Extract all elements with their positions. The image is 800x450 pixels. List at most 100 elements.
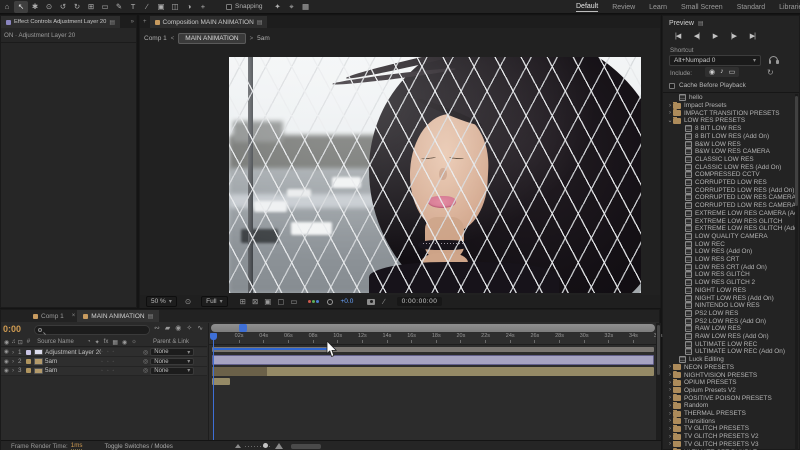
next-frame-button[interactable]: |▶ [731, 32, 736, 40]
selection-tool-icon[interactable]: ↖ [14, 1, 28, 13]
preset-tree-item[interactable]: CORRUPTED LOW RES (Add On) [665, 186, 795, 194]
preset-tree-item[interactable]: B&W LOW RES [665, 140, 795, 148]
workspace-grid-icon[interactable]: ▦ [298, 1, 312, 13]
home-tool-icon[interactable]: ⌂ [0, 1, 14, 13]
preset-tree-item[interactable]: hello [665, 94, 795, 102]
loop-icon[interactable]: ↻ [767, 68, 774, 77]
preset-tree-item[interactable]: › TV GLITCH PRESETS V2 [665, 433, 795, 441]
preset-tree-item[interactable]: LOW RES (Add On) [665, 248, 795, 256]
composition-tab[interactable]: Composition MAIN ANIMATION ▤ [150, 16, 268, 28]
parent-pickwhip-icon[interactable]: ◎ [143, 367, 148, 374]
workspace-tab[interactable]: Small Screen [681, 4, 723, 11]
resolution-dropdown[interactable]: Full▾ [201, 296, 228, 307]
time-navigator[interactable] [211, 324, 655, 332]
include-audio-icon[interactable]: ♪ [720, 68, 724, 76]
preset-tree-item[interactable]: › Opium Presets V2 [665, 387, 795, 395]
tab-overflow-icon[interactable]: » [131, 19, 136, 25]
timeline-tab-main-animation[interactable]: MAIN ANIMATION ▤ [77, 310, 159, 322]
zoom-glass-icon[interactable]: ⊙ [185, 297, 191, 306]
breadcrumb-next-comp[interactable]: 5am [257, 35, 270, 42]
preset-tree-item[interactable]: Luck Editing [665, 356, 795, 364]
workspace-tab[interactable]: Standard [737, 4, 765, 11]
include-overlays-icon[interactable]: ▭ [729, 68, 736, 76]
preset-tree-item[interactable]: EXTREME LOW RES GLITCH (Add On) [665, 225, 795, 233]
preset-tree-item[interactable]: CLASSIC LOW RES (Add On) [665, 163, 795, 171]
panel-menu-icon[interactable]: ▤ [257, 19, 263, 26]
timeline-scrollbar[interactable] [656, 323, 661, 441]
parent-pickwhip-icon[interactable]: ◎ [143, 358, 148, 365]
snapping-checkbox[interactable] [226, 4, 232, 10]
motion-blur-icon[interactable]: ✧ [186, 324, 192, 332]
graph-editor-icon[interactable]: ∿ [197, 324, 203, 332]
roto-brush-tool-icon[interactable]: ◑ [182, 1, 196, 13]
effect-controls-tab[interactable]: Effect Controls Adjustment Layer 20 ▤ [1, 16, 120, 28]
orbit-camera-tool-icon[interactable]: ↺ [56, 1, 70, 13]
preset-tree-item[interactable]: LOW RES GLITCH [665, 271, 795, 279]
preset-tree-item[interactable]: › Transitions [665, 417, 795, 425]
layer-switches[interactable]: ◦◦◦ [101, 359, 143, 365]
preset-tree-item[interactable]: NIGHT LOW RES [665, 287, 795, 295]
workspace-tab[interactable]: Review [612, 4, 635, 11]
Adjustment Layer 20[interactable]: ◉ › 1 Adjustment Layer 20 ◦◦◦ ◎ None ▾ [1, 348, 207, 357]
shy-layers-icon[interactable]: ▰ [165, 324, 170, 332]
timeline-tab-comp1[interactable]: Comp 1 [27, 310, 70, 322]
layer-visibility-icon[interactable]: ◉ [4, 349, 12, 355]
composition-viewport[interactable] [229, 57, 641, 293]
horizontal-scrollbar[interactable] [291, 444, 321, 449]
preset-tree-item[interactable]: EXTREME LOW RES GLITCH [665, 217, 795, 225]
panel-menu-icon[interactable]: ▤ [148, 313, 154, 320]
panel-menu-icon[interactable]: ▤ [109, 19, 115, 26]
channels-icon[interactable] [308, 300, 319, 303]
preset-tree-item[interactable]: NIGHT LOW RES (Add On) [665, 294, 795, 302]
last-frame-button[interactable]: ▶| [750, 32, 755, 40]
transparency-grid-icon[interactable]: ▢ [277, 297, 284, 306]
preset-tree-item[interactable]: ULTIMATE LOW REC [665, 340, 795, 348]
headphones-icon[interactable] [769, 56, 778, 63]
resolution-gear-icon[interactable] [327, 299, 333, 305]
zoom-out-mountain-icon[interactable] [235, 444, 241, 448]
cache-before-playback-checkbox[interactable] [669, 83, 675, 89]
stamp-tool-icon[interactable]: ▣ [154, 1, 168, 13]
layer-visibility-icon[interactable]: ◉ [4, 368, 12, 374]
include-video-icon[interactable]: ◉ [709, 68, 715, 76]
shape-tool-icon[interactable]: ▭ [98, 1, 112, 13]
preset-tree-item[interactable]: › IMPACT TRANSITION PRESETS [665, 109, 795, 117]
preset-tree-item[interactable]: B&W LOW RES CAMERA [665, 148, 795, 156]
region-of-interest-icon[interactable]: ▣ [264, 297, 271, 306]
playhead-handle[interactable] [210, 333, 217, 340]
viewer-timecode[interactable]: 0:00:00:00 [397, 297, 443, 306]
layer-name[interactable]: Adjustment Layer 20 [45, 349, 101, 356]
show-snapshot-icon[interactable]: ∕ [383, 297, 384, 306]
layer-label-chip[interactable] [26, 350, 31, 355]
layer-label-chip[interactable] [26, 359, 31, 364]
layer-bar-5am[interactable] [212, 367, 654, 376]
preset-tree-item[interactable]: CORRUPTED LOW RES [665, 179, 795, 187]
zoom-tool-icon[interactable]: ⊙ [42, 1, 56, 13]
parent-pickwhip-icon[interactable]: ◎ [143, 349, 148, 356]
preset-tree-item[interactable]: ULTIMATE LOW REC (Add On) [665, 348, 795, 356]
frame-blending-icon[interactable]: ◉ [175, 324, 181, 332]
shortcut-dropdown[interactable]: Alt+Numpad 0 ▾ [669, 55, 761, 66]
preset-tree-item[interactable]: RAW LOW RES (Add On) [665, 333, 795, 341]
parent-dropdown[interactable]: None ▾ [150, 358, 194, 366]
current-time-display[interactable]: 0:00 [3, 324, 21, 334]
breadcrumb-prev-comp[interactable]: Comp 1 [144, 35, 167, 42]
preset-tree-item[interactable]: COMPRESSED CCTV [665, 171, 795, 179]
snapshot-camera-icon[interactable] [367, 299, 375, 305]
toggle-mask-visibility-icon[interactable]: ⊠ [252, 297, 258, 306]
workspace-tab[interactable]: Learn [649, 4, 667, 11]
preset-tree-item[interactable]: › Random [665, 402, 795, 410]
preset-tree-item[interactable]: CORRUPTED LOW RES CAMERA [665, 194, 795, 202]
preset-tree-item[interactable]: 8 BIT LOW RES [665, 125, 795, 133]
layer-name[interactable]: 5am [45, 367, 101, 374]
workspace-tab[interactable]: Libraries [779, 4, 800, 11]
zoom-slider-knob[interactable] [263, 443, 268, 448]
preset-tree-item[interactable]: EXTREME LOW RES CAMERA (Add On) [665, 210, 795, 218]
layer-label-chip[interactable] [26, 368, 31, 373]
preset-tree-item[interactable]: CLASSIC LOW RES [665, 156, 795, 164]
panel-menu-icon[interactable]: ▤ [698, 20, 704, 27]
layer-visibility-icon[interactable]: ◉ [4, 359, 12, 365]
layer-switches[interactable]: ◦◦◦ [101, 368, 143, 374]
previous-frame-button[interactable]: ◀| [694, 32, 699, 40]
preset-tree-item[interactable]: LOW RES GLITCH 2 [665, 279, 795, 287]
